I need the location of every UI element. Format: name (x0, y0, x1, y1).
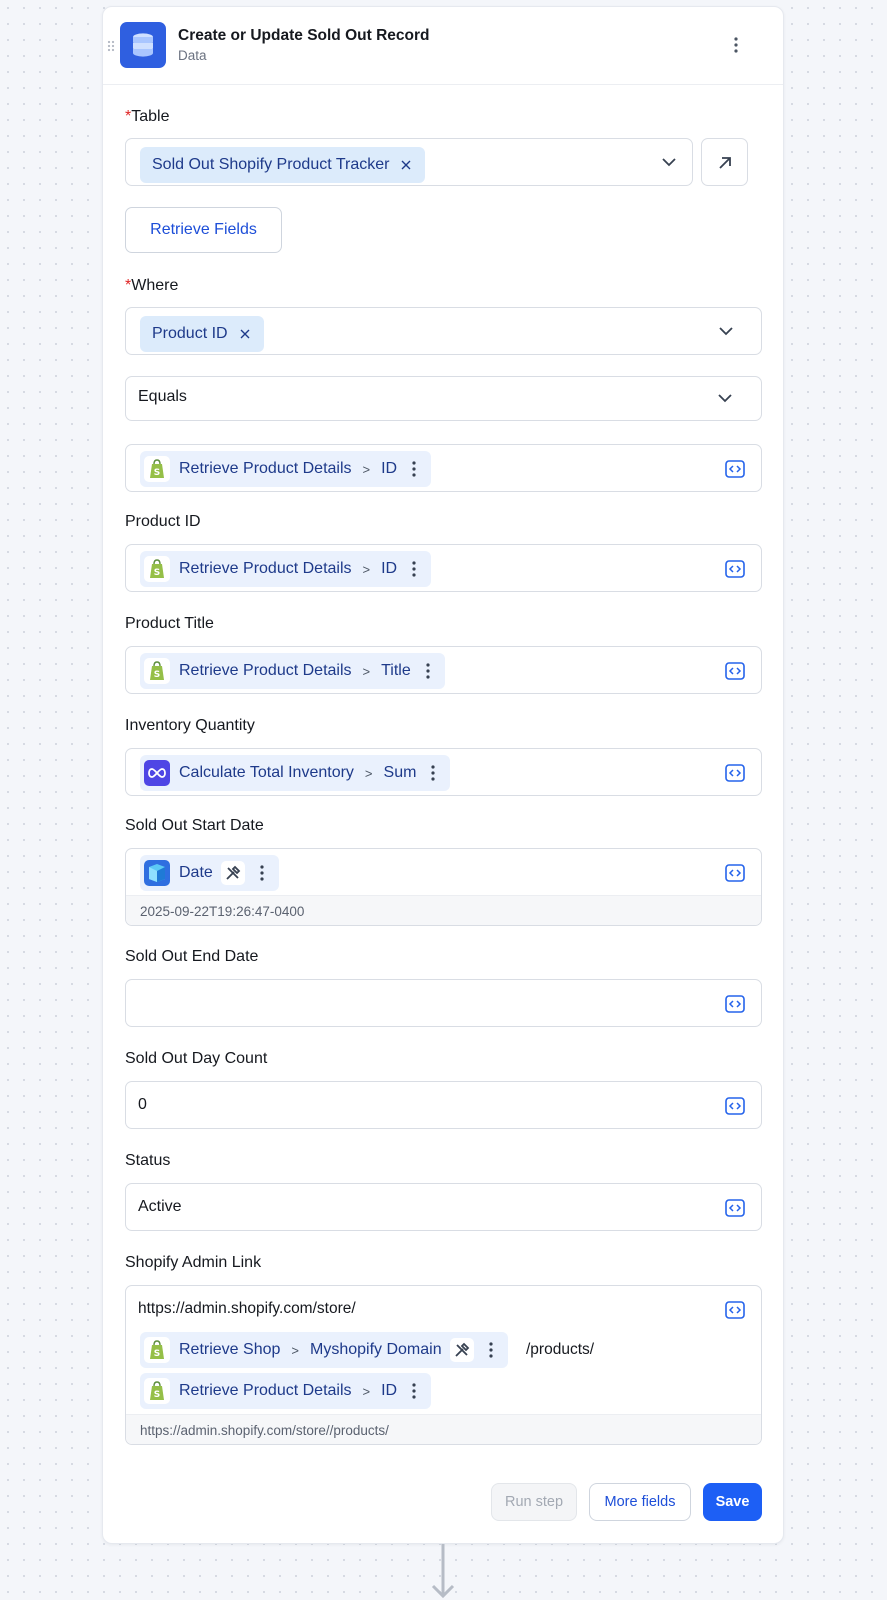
code-icon[interactable] (725, 763, 745, 783)
date-tool-icon (144, 860, 170, 886)
tools-icon (220, 861, 245, 885)
svg-text:S: S (154, 1390, 160, 1400)
svg-text:S: S (154, 670, 160, 680)
table-select[interactable]: Sold Out Shopify Product Tracker (125, 138, 693, 186)
svg-text:S: S (154, 568, 160, 578)
close-icon[interactable] (399, 158, 413, 172)
sold-out-start-date-field[interactable]: Date 2025-09-22T19:26:47-0400 (125, 848, 762, 926)
token-chip[interactable]: S Retrieve Product Details > ID (140, 551, 432, 587)
code-icon[interactable] (725, 1198, 745, 1218)
where-field-tag: Product ID (140, 316, 264, 352)
where-field-select[interactable]: Product ID (125, 307, 762, 355)
token-chip[interactable]: S Retrieve Product Details > ID (140, 1373, 432, 1409)
shopify-icon: S (144, 658, 170, 684)
shopify-admin-link-label: Shopify Admin Link (125, 1254, 262, 1271)
token-chip[interactable]: S Retrieve Shop > Myshopify Domain (140, 1332, 508, 1368)
kebab-menu-icon[interactable] (405, 559, 423, 579)
sold-out-end-date-label: Sold Out End Date (125, 948, 259, 965)
step-subtitle: Data (178, 48, 207, 63)
table-tag: Sold Out Shopify Product Tracker (140, 147, 426, 183)
step-title: Create or Update Sold Out Record (178, 27, 430, 44)
retrieve-fields-button[interactable]: Retrieve Fields (125, 207, 282, 253)
code-icon[interactable] (725, 1096, 745, 1116)
link-text-segment: /products/ (526, 1341, 595, 1358)
drag-handle-icon[interactable] (107, 40, 115, 52)
product-id-field[interactable]: S Retrieve Product Details > ID (125, 544, 762, 592)
loop-icon (144, 760, 170, 786)
kebab-menu-icon[interactable] (725, 33, 747, 57)
chevron-down-icon[interactable] (716, 389, 734, 407)
token-chip[interactable]: S Retrieve Product Details > ID (140, 451, 432, 487)
code-icon[interactable] (725, 863, 745, 883)
where-value-field[interactable]: S Retrieve Product Details > ID (125, 444, 762, 492)
sold-out-start-date-label: Sold Out Start Date (125, 817, 264, 834)
shopify-icon: S (144, 556, 170, 582)
kebab-menu-icon[interactable] (405, 1381, 423, 1401)
value-preview: 2025-09-22T19:26:47-0400 (126, 895, 761, 925)
arrow-down-icon (431, 1544, 455, 1599)
code-icon[interactable] (725, 1300, 745, 1320)
inventory-quantity-field[interactable]: Calculate Total Inventory > Sum (125, 748, 762, 796)
token-chip[interactable]: Date (140, 855, 279, 891)
where-operator-select[interactable]: Equals (125, 376, 762, 421)
code-icon[interactable] (725, 661, 745, 681)
code-icon[interactable] (725, 459, 745, 479)
token-chip[interactable]: Calculate Total Inventory > Sum (140, 755, 451, 791)
chevron-down-icon[interactable] (717, 322, 735, 340)
kebab-menu-icon[interactable] (253, 863, 271, 883)
sold-out-end-date-field[interactable] (125, 979, 762, 1027)
tools-icon (449, 1338, 474, 1362)
table-label: *Table (125, 108, 170, 125)
run-step-button[interactable]: Run step (491, 1483, 577, 1521)
kebab-menu-icon[interactable] (405, 459, 423, 479)
status-label: Status (125, 1152, 171, 1169)
sold-out-day-count-label: Sold Out Day Count (125, 1050, 268, 1067)
more-fields-button[interactable]: More fields (589, 1483, 691, 1521)
sold-out-day-count-field[interactable]: 0 (125, 1081, 762, 1129)
product-title-label: Product Title (125, 615, 214, 632)
database-icon (120, 22, 166, 68)
external-link-icon (719, 157, 731, 169)
status-field[interactable]: Active (125, 1183, 762, 1231)
kebab-menu-icon[interactable] (482, 1340, 500, 1360)
kebab-menu-icon[interactable] (424, 763, 442, 783)
product-title-field[interactable]: S Retrieve Product Details > Title (125, 646, 762, 694)
where-label: *Where (125, 277, 179, 294)
save-button[interactable]: Save (703, 1483, 762, 1521)
code-icon[interactable] (725, 994, 745, 1014)
open-table-button[interactable] (701, 138, 748, 186)
token-chip[interactable]: S Retrieve Product Details > Title (140, 653, 445, 689)
shopify-icon: S (144, 1378, 170, 1404)
step-card: Create or Update Sold Out Record Data *T… (102, 6, 784, 1544)
shopify-icon: S (144, 456, 170, 482)
product-id-label: Product ID (125, 513, 201, 530)
code-icon[interactable] (725, 559, 745, 579)
close-icon[interactable] (238, 327, 252, 341)
value-preview: https://admin.shopify.com/store//product… (126, 1414, 761, 1444)
svg-text:S: S (154, 1349, 160, 1359)
chevron-down-icon[interactable] (660, 153, 678, 171)
inventory-quantity-label: Inventory Quantity (125, 717, 255, 734)
svg-text:S: S (154, 468, 160, 478)
shopify-icon: S (144, 1337, 170, 1363)
shopify-admin-link-field[interactable]: https://admin.shopify.com/store/ S Retri… (125, 1285, 762, 1445)
kebab-menu-icon[interactable] (419, 661, 437, 681)
step-header: Create or Update Sold Out Record Data (103, 7, 783, 85)
